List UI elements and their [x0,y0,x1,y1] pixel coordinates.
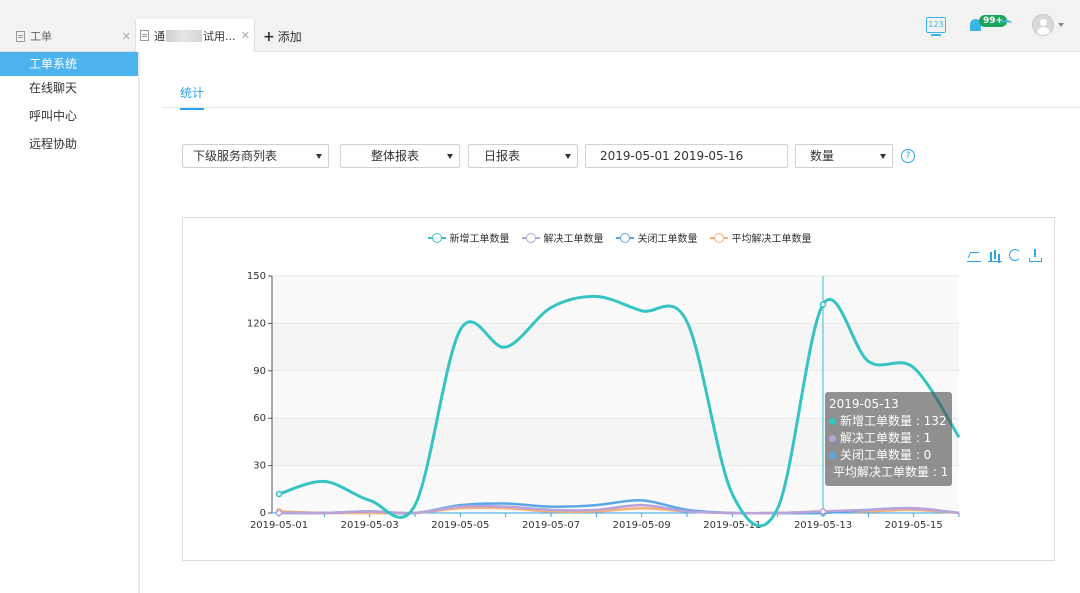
grid-band [272,323,959,371]
series-dot-icon [829,452,836,459]
x-tick-label: 2019-05-15 [885,520,943,531]
add-tab-button[interactable]: + 添加 [263,28,302,45]
sidebar-item-online-chat[interactable]: 在线聊天 [0,76,138,104]
line-chart-icon[interactable] [967,248,981,262]
x-tick-label: 2019-05-01 [250,520,308,531]
report-scope-select[interactable]: 整体报表 [340,144,460,168]
close-icon[interactable]: ✕ [122,30,131,43]
provider-select-value: 下级服务商列表 [193,149,278,163]
x-tick-label: 2019-05-13 [794,520,852,531]
chart-tooltip: 2019-05-13 新增工单数量 : 132 解决工单数量 : 1 关闭工单数量 … [825,392,952,486]
keypad-icon[interactable]: 123 [926,17,946,36]
close-icon[interactable]: ✕ [241,29,250,42]
sidebar: 工单系统 在线聊天 呼叫中心 远程协助 [0,52,139,593]
y-tick-label: 150 [247,271,266,282]
legend-label: 平均解决工单数量 [731,234,812,245]
data-point [275,509,283,517]
tooltip-row-label: 关闭工单数量 : 0 [840,448,932,462]
plus-icon: + [263,28,275,45]
series-dot-icon [829,435,836,442]
tooltip-row: 新增工单数量 : 132 [829,413,948,430]
date-range-input[interactable]: 2019-05-01 2019-05-16 [585,144,788,168]
chevron-down-icon [447,154,453,159]
legend-item[interactable]: 平均解决工单数量 [709,230,812,245]
tab-statistics[interactable]: 统计 [180,84,205,110]
date-range-value: 2019-05-01 2019-05-16 [600,149,744,163]
add-tab-label: 添加 [277,30,302,44]
notification-button[interactable]: 99+ [970,15,1014,35]
x-tick-label: 2019-05-07 [522,520,580,531]
legend-marker-icon [615,232,634,243]
avatar[interactable] [1032,14,1054,36]
y-tick-label: 90 [253,366,266,377]
chevron-down-icon [316,154,322,159]
signal-icon [1000,20,1012,28]
legend-label: 解决工单数量 [543,234,604,245]
tooltip-row-label: 平均解决工单数量 : 1 [833,465,949,479]
header-actions: 123 99+ [926,14,1064,36]
y-tick-label: 120 [247,318,266,329]
document-icon [16,30,25,42]
sidebar-item-call-center[interactable]: 呼叫中心 [0,104,138,132]
legend-item[interactable]: 解决工单数量 [521,230,604,245]
line-chart: 0 30 60 90 120 150 2019-05-01 2019-05-03 2019-05… [247,271,961,531]
legend-label: 关闭工单数量 [637,234,698,245]
metric-select-value: 数量 [810,149,835,163]
chart-legend: 新增工单数量 解决工单数量 关闭工单数量 平均解决工单数量 [183,230,1056,245]
tab-trial-label-suffix: 试用... [203,29,236,43]
chart-panel: 0 30 60 90 120 150 2019-05-01 2019-05-03 2019-05… [182,217,1055,561]
tab-ticket-label: 工单 [30,30,52,43]
tooltip-row: 平均解决工单数量 : 1 [829,464,948,481]
chevron-down-icon [565,154,571,159]
y-tick-label: 60 [253,413,266,424]
tab-trial-label-prefix: 通 [154,29,165,43]
document-icon [140,30,149,41]
tooltip-date: 2019-05-13 [829,397,899,411]
x-tick-label: 2019-05-09 [613,520,671,531]
legend-label: 新增工单数量 [449,234,510,245]
tab-bar: 工单 ✕ 通 试用... ✕ + 添加 123 99+ [0,0,1080,52]
report-scope-value: 整体报表 [371,149,420,163]
sidebar-item-remote-assist[interactable]: 远程协助 [0,132,138,160]
legend-marker-icon [427,232,446,243]
download-icon[interactable] [1028,248,1042,262]
series-dot-icon [829,418,836,425]
legend-marker-icon [709,232,728,243]
subtab-bar: 统计 [162,78,1080,110]
chart-toolbox [960,248,1042,262]
tooltip-row-label: 解决工单数量 : 1 [840,431,932,445]
provider-select[interactable]: 下级服务商列表 [182,144,329,168]
tooltip-row: 解决工单数量 : 1 [829,430,948,447]
refresh-icon[interactable] [1009,249,1021,261]
data-point [819,508,827,515]
data-point [275,490,283,498]
report-period-value: 日报表 [484,149,521,163]
legend-item[interactable]: 关闭工单数量 [615,230,698,245]
filter-bar: 下级服务商列表 整体报表 日报表 2019-05-01 2019-05-16 数… [140,144,1080,170]
main-content: 统计 下级服务商列表 整体报表 日报表 2019-05-01 2019-05-1… [140,52,1080,593]
legend-marker-icon [521,232,540,243]
data-point [819,301,827,308]
tab-trial[interactable]: 通 试用... ✕ [135,19,255,52]
tooltip-row-label: 新增工单数量 : 132 [840,414,947,428]
sidebar-item-ticket-system[interactable]: 工单系统 [0,52,138,76]
bar-chart-icon[interactable] [988,248,1002,262]
legend-item[interactable]: 新增工单数量 [427,230,510,245]
x-tick-label: 2019-05-05 [431,520,489,531]
help-icon[interactable]: ? [901,149,915,163]
tab-ticket[interactable]: 工单 ✕ [0,20,135,52]
report-period-select[interactable]: 日报表 [468,144,578,168]
metric-select[interactable]: 数量 [795,144,893,168]
y-tick-label: 0 [260,508,266,519]
redacted-text [166,29,202,42]
chevron-down-icon [880,154,886,159]
y-tick-label: 30 [253,461,266,472]
chevron-down-icon[interactable] [1058,23,1064,27]
x-tick-label: 2019-05-03 [341,520,399,531]
tooltip-row: 关闭工单数量 : 0 [829,447,948,464]
